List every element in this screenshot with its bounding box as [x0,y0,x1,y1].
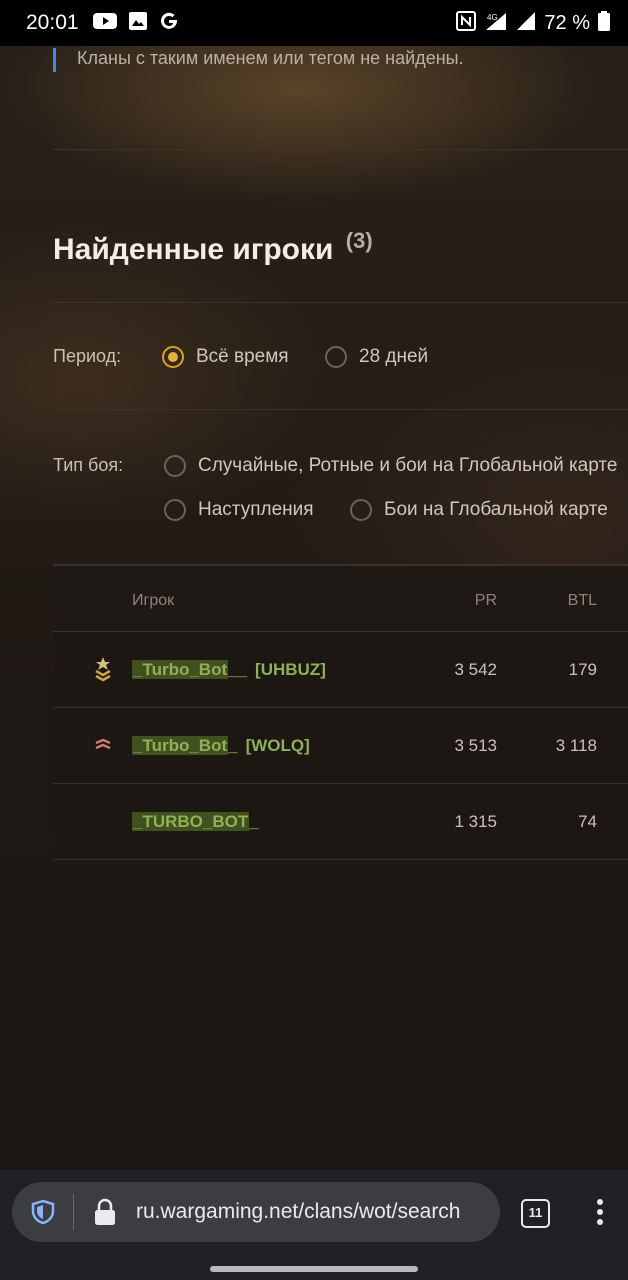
address-bar[interactable]: ru.wargaming.net/clans/wot/search [12,1182,500,1242]
player-name: _Turbo_Bot [132,660,229,679]
clan-tag[interactable]: [UHBUZ] [255,660,326,679]
player-name-tail: __ [228,660,248,679]
players-table: Игрок PR BTL _Turbo_Bot__ [UHBUZ] 3 542 1… [53,564,628,860]
table-header: Игрок PR BTL [53,564,628,631]
radio-label: Случайные, Ротные и бои на Глобальной ка… [198,455,618,476]
battle-type-label: Тип боя: [53,455,124,475]
rank-stripes-icon [93,732,113,758]
period-label: Период: [53,346,122,366]
divider [53,302,628,303]
address-bar-separator [73,1194,74,1230]
battle-type-global-map-radio[interactable]: Бои на Глобальной карте [350,499,608,521]
signal-icon [516,11,536,36]
youtube-icon [92,12,117,35]
radio-label: Всё время [196,346,289,367]
radio-unchecked-icon [325,346,347,368]
period-all-time-radio[interactable]: Всё время [162,346,289,368]
player-link[interactable]: _Turbo_Bot_ [WOLQ] [132,736,310,756]
battle-type-offensives-radio[interactable]: Наступления [164,499,314,521]
rank-star-chevron-icon [93,656,113,682]
status-time: 20:01 [26,11,79,34]
section-title-text: Найденные игроки [53,233,334,266]
radio-unchecked-icon [164,455,186,477]
player-btl: 3 118 [555,736,597,755]
battery-percent: 72 % [544,11,590,34]
found-players-title: Найденные игроки (3) [53,228,373,267]
table-row[interactable]: _TURBO_BOT_ 1 315 74 [53,783,628,859]
table-bottom-border [53,859,628,860]
players-count: (3) [345,228,373,253]
player-name-tail: _ [249,812,259,831]
svg-text:4G: 4G [487,13,498,22]
more-menu-icon[interactable] [596,1199,604,1227]
shield-icon[interactable] [30,1199,56,1230]
player-btl: 74 [578,812,597,831]
table-row[interactable]: _Turbo_Bot_ [WOLQ] 3 513 3 118 [53,707,628,783]
lock-icon[interactable] [94,1198,116,1231]
battery-icon [598,10,610,36]
clan-not-found-notice: Кланы с таким именем или тегом не найден… [53,48,464,72]
radio-label: Бои на Глобальной карте [384,499,608,520]
google-icon [159,11,179,36]
divider [53,409,628,410]
browser-toolbar: ru.wargaming.net/clans/wot/search 11 [0,1170,628,1280]
image-icon [128,11,147,35]
column-header-player[interactable]: Игрок [132,592,174,610]
period-28-days-radio[interactable]: 28 дней [325,346,428,368]
player-link[interactable]: _TURBO_BOT_ [132,812,259,832]
player-pr: 3 513 [454,736,497,755]
player-name: _TURBO_BOT [132,812,250,831]
status-bar: 20:01 4G 72 % [0,0,628,46]
player-pr: 1 315 [454,812,497,831]
table-row[interactable]: _Turbo_Bot__ [UHBUZ] 3 542 179 [53,631,628,707]
clan-tag[interactable]: [WOLQ] [246,736,310,755]
battle-type-random-radio[interactable]: Случайные, Ротные и бои на Глобальной ка… [164,455,617,477]
radio-checked-icon [162,346,184,368]
url-text[interactable]: ru.wargaming.net/clans/wot/search [136,1200,461,1224]
column-header-btl[interactable]: BTL [568,592,597,610]
radio-unchecked-icon [350,499,372,521]
nfc-icon [456,10,477,36]
player-btl: 179 [568,660,597,679]
radio-unchecked-icon [164,499,186,521]
player-name-tail: _ [228,736,238,755]
tab-switcher-button[interactable]: 11 [521,1199,550,1228]
gesture-home-bar[interactable] [210,1266,418,1272]
player-pr: 3 542 [454,660,497,679]
radio-label: Наступления [198,499,314,520]
radio-label: 28 дней [359,346,429,367]
divider [53,149,628,150]
player-name: _Turbo_Bot [132,736,229,755]
column-header-pr[interactable]: PR [475,592,497,610]
signal-4g-icon: 4G [484,11,508,36]
player-link[interactable]: _Turbo_Bot__ [UHBUZ] [132,660,326,680]
